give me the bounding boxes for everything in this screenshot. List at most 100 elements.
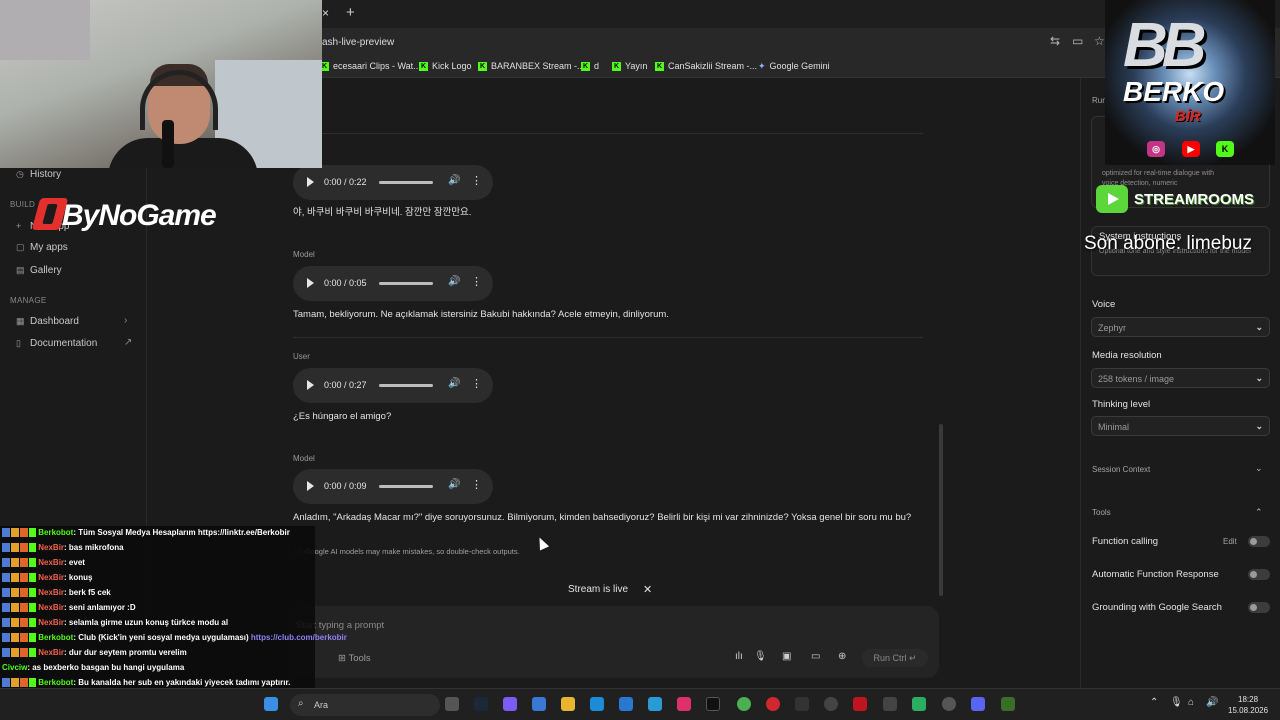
- audio-player[interactable]: 0:00 / 0:27 🔊 ⋮: [293, 368, 493, 403]
- network-icon[interactable]: ⌂: [1188, 697, 1200, 711]
- volume-icon[interactable]: 🔊: [448, 378, 460, 389]
- store-icon[interactable]: [532, 697, 546, 711]
- chevron-up-icon[interactable]: ⌃: [1255, 507, 1263, 518]
- cast-icon[interactable]: ▭: [1072, 34, 1083, 48]
- chevron-down-icon[interactable]: ⌄: [1255, 463, 1263, 474]
- run-button[interactable]: Run Ctrl ↵: [862, 649, 928, 667]
- grounding-toggle[interactable]: [1248, 602, 1270, 613]
- more-options-icon[interactable]: ⋮: [471, 174, 482, 187]
- audio-player[interactable]: 0:00 / 0:22 🔊 ⋮: [293, 165, 493, 200]
- add-icon[interactable]: ⊕: [838, 651, 846, 662]
- play-icon[interactable]: [307, 278, 314, 288]
- webcam-background: [0, 0, 90, 60]
- chevron-up-icon[interactable]: ⌃: [1150, 697, 1160, 711]
- kick-icon: K: [581, 62, 590, 72]
- chevron-right-icon[interactable]: ›: [124, 315, 127, 326]
- epic-games-icon[interactable]: [795, 697, 809, 711]
- app-icon[interactable]: [648, 697, 662, 711]
- chevron-down-icon: ⌄: [1255, 373, 1263, 383]
- kick-icon: K: [655, 62, 664, 72]
- discord-icon[interactable]: [971, 697, 985, 711]
- volume-icon[interactable]: 🔊: [1206, 697, 1218, 711]
- audio-wave-icon[interactable]: ılı: [735, 651, 743, 662]
- auto-function-toggle[interactable]: [1248, 569, 1270, 580]
- opera-icon[interactable]: [766, 697, 780, 711]
- microphone-icon[interactable]: 🎙: [1170, 697, 1183, 711]
- search-icon: ⌕: [298, 698, 304, 709]
- chat-link[interactable]: https://club.com/berkobir: [251, 633, 347, 642]
- copilot-icon[interactable]: [503, 697, 517, 711]
- berkobir-logo: BB BERKO BİR ◎ ▶ K: [1105, 0, 1275, 165]
- voice-select[interactable]: Zephyr ⌄: [1091, 317, 1270, 337]
- sidebar-item-my-apps[interactable]: ▢ My apps: [16, 242, 68, 253]
- bookmark-item[interactable]: K CanSakizlii Stream -...: [655, 61, 757, 72]
- chat-text: : konuş: [64, 573, 93, 582]
- audio-player[interactable]: 0:00 / 0:05 🔊 ⋮: [293, 266, 493, 301]
- chat-username: NexBir: [38, 573, 65, 582]
- screen-share-icon[interactable]: ▭: [811, 651, 820, 662]
- sidebar-item-history[interactable]: ◷ History: [16, 169, 61, 180]
- close-icon[interactable]: ✕: [643, 583, 652, 596]
- audio-progress-track[interactable]: [379, 485, 433, 488]
- steam-icon[interactable]: [474, 697, 488, 711]
- volume-icon[interactable]: 🔊: [448, 276, 460, 287]
- new-tab-button[interactable]: +: [346, 4, 355, 21]
- chat-message: Berkobot: Bu kanalda her sub en yakındak…: [2, 678, 290, 688]
- settings-icon[interactable]: [883, 697, 897, 711]
- tiktok-icon[interactable]: [706, 697, 720, 711]
- sidebar-item-dashboard[interactable]: ▦ Dashboard: [16, 316, 79, 327]
- speed-icon[interactable]: [824, 697, 838, 711]
- bookmark-item[interactable]: K Kick Logo: [419, 61, 472, 72]
- bookmark-item[interactable]: ✦ Google Gemini: [758, 61, 830, 72]
- volume-icon[interactable]: 🔊: [448, 479, 460, 490]
- audio-progress-track[interactable]: [379, 181, 433, 184]
- audio-progress-track[interactable]: [379, 282, 433, 285]
- file-explorer-icon[interactable]: [561, 697, 575, 711]
- thinking-level-select[interactable]: Minimal ⌄: [1091, 416, 1270, 436]
- volume-icon[interactable]: 🔊: [448, 175, 460, 186]
- audio-progress-track[interactable]: [379, 384, 433, 387]
- function-calling-toggle[interactable]: [1248, 536, 1270, 547]
- taskbar-search[interactable]: ⌕ Ara: [290, 694, 440, 716]
- tab-close-button[interactable]: ×: [322, 6, 329, 20]
- app-icon[interactable]: [677, 697, 691, 711]
- app-icon[interactable]: [912, 697, 926, 711]
- app-icon[interactable]: [942, 697, 956, 711]
- chat-badge-icon: [2, 543, 36, 553]
- tools-button[interactable]: ⊞ Tools: [338, 653, 371, 664]
- microphone-icon[interactable]: 🎙: [754, 651, 767, 662]
- play-icon[interactable]: [307, 481, 314, 491]
- scrollbar[interactable]: [939, 424, 943, 596]
- audio-player[interactable]: 0:00 / 0:09 🔊 ⋮: [293, 469, 493, 504]
- taskbar: ⌕ Ara ⌃ 🎙 ⌂ 🔊 18:28 15.08.2026: [0, 688, 1280, 720]
- chrome-icon[interactable]: [737, 697, 751, 711]
- translate-icon[interactable]: ⇆: [1050, 34, 1060, 48]
- prompt-box[interactable]: Start typing a prompt ⊞ Tools ılı 🎙 ▣ ▭ …: [288, 606, 939, 678]
- app-icon[interactable]: [1001, 697, 1015, 711]
- mail-icon[interactable]: [619, 697, 633, 711]
- more-options-icon[interactable]: ⋮: [471, 377, 482, 390]
- bookmark-item[interactable]: K Yayın: [612, 61, 647, 72]
- bookmark-item[interactable]: K BARANBEX Stream -...: [478, 61, 585, 72]
- play-icon[interactable]: [307, 177, 314, 187]
- sidebar-item-gallery[interactable]: ▤ Gallery: [16, 265, 62, 276]
- edit-link[interactable]: Edit: [1223, 537, 1237, 546]
- bookmark-item[interactable]: Kecesaari Clips - Wat...: [320, 61, 421, 72]
- task-view-icon[interactable]: [445, 697, 459, 711]
- more-options-icon[interactable]: ⋮: [471, 275, 482, 288]
- more-options-icon[interactable]: ⋮: [471, 478, 482, 491]
- tools-section-header[interactable]: Tools: [1092, 508, 1111, 517]
- netflix-icon[interactable]: [853, 697, 867, 711]
- system-clock[interactable]: 18:28 15.08.2026: [1228, 694, 1268, 716]
- chat-message: NexBir: berk f5 cek: [2, 588, 111, 598]
- sidebar-item-documentation[interactable]: ▯ Documentation: [16, 338, 97, 349]
- edge-icon[interactable]: [590, 697, 604, 711]
- bookmark-star-icon[interactable]: ☆: [1094, 34, 1105, 48]
- camera-icon[interactable]: ▣: [782, 651, 791, 662]
- session-context-toggle[interactable]: Session Context: [1092, 465, 1150, 474]
- url-text[interactable]: ash-live-preview: [322, 37, 394, 48]
- bookmark-item[interactable]: Kd: [581, 61, 599, 72]
- windows-start-icon[interactable]: [264, 697, 278, 711]
- media-resolution-select[interactable]: 258 tokens / image ⌄: [1091, 368, 1270, 388]
- play-icon[interactable]: [307, 380, 314, 390]
